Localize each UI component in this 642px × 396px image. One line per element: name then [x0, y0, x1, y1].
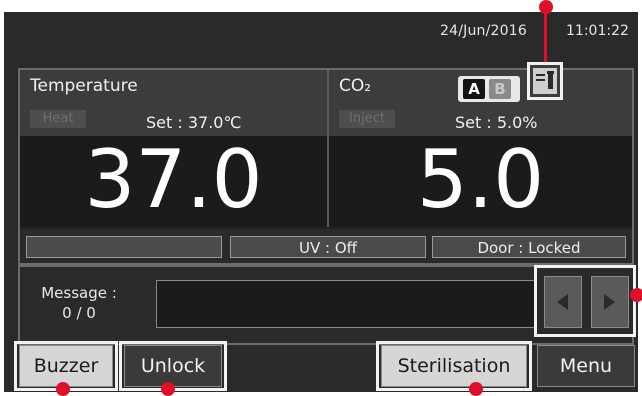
- co2-value: 5.0: [416, 133, 545, 226]
- callout-dot-top: [539, 0, 553, 14]
- callout-line-top: [544, 6, 547, 62]
- message-label: Message : 0 / 0: [34, 283, 124, 323]
- temperature-title: Temperature: [30, 76, 138, 96]
- temperature-value: 37.0: [84, 133, 263, 226]
- unlock-button[interactable]: Unlock: [124, 345, 222, 387]
- message-box: [156, 280, 548, 328]
- cylinder-a-label: A: [463, 79, 485, 99]
- gas-switch-button[interactable]: [527, 62, 563, 100]
- inject-indicator: Inject: [339, 110, 395, 128]
- co2-setpoint: Set : 5.0%: [455, 113, 538, 132]
- prev-message-button[interactable]: [544, 276, 582, 328]
- temperature-panel[interactable]: Temperature Heat Set : 37.0℃ 37.0: [20, 70, 329, 227]
- next-message-button[interactable]: [591, 276, 629, 328]
- co2-panel[interactable]: CO₂ Inject Set : 5.0% A B 5.0: [329, 70, 632, 227]
- gas-cylinder-indicator: A B: [458, 76, 520, 102]
- buzzer-button[interactable]: Buzzer: [19, 345, 113, 387]
- gas-switch-icon: [533, 68, 557, 94]
- temperature-setpoint: Set : 37.0℃: [146, 113, 242, 132]
- time-display: 11:01:22: [566, 23, 629, 39]
- callout-dot-unlock: [161, 382, 175, 396]
- door-status: Door : Locked: [432, 236, 626, 258]
- message-count: 0 / 0: [62, 304, 96, 322]
- message-title: Message :: [41, 284, 117, 302]
- callout-dot-buzzer: [56, 382, 70, 396]
- callout-dot-right: [630, 288, 642, 302]
- status-cell-blank: [26, 236, 222, 258]
- date-display: 24/Jun/2016: [440, 23, 527, 39]
- arrow-left-icon: [557, 294, 568, 310]
- callout-dot-sterilisation: [469, 382, 483, 396]
- co2-title: CO₂: [339, 76, 372, 96]
- arrow-right-icon: [604, 294, 615, 310]
- sterilisation-button[interactable]: Sterilisation: [381, 345, 527, 387]
- status-bar: UV : Off Door : Locked: [20, 229, 632, 263]
- menu-button[interactable]: Menu: [537, 345, 635, 387]
- message-nav-group: [534, 265, 636, 337]
- uv-status: UV : Off: [230, 236, 426, 258]
- heat-indicator: Heat: [30, 110, 86, 128]
- cylinder-b-label: B: [489, 79, 511, 99]
